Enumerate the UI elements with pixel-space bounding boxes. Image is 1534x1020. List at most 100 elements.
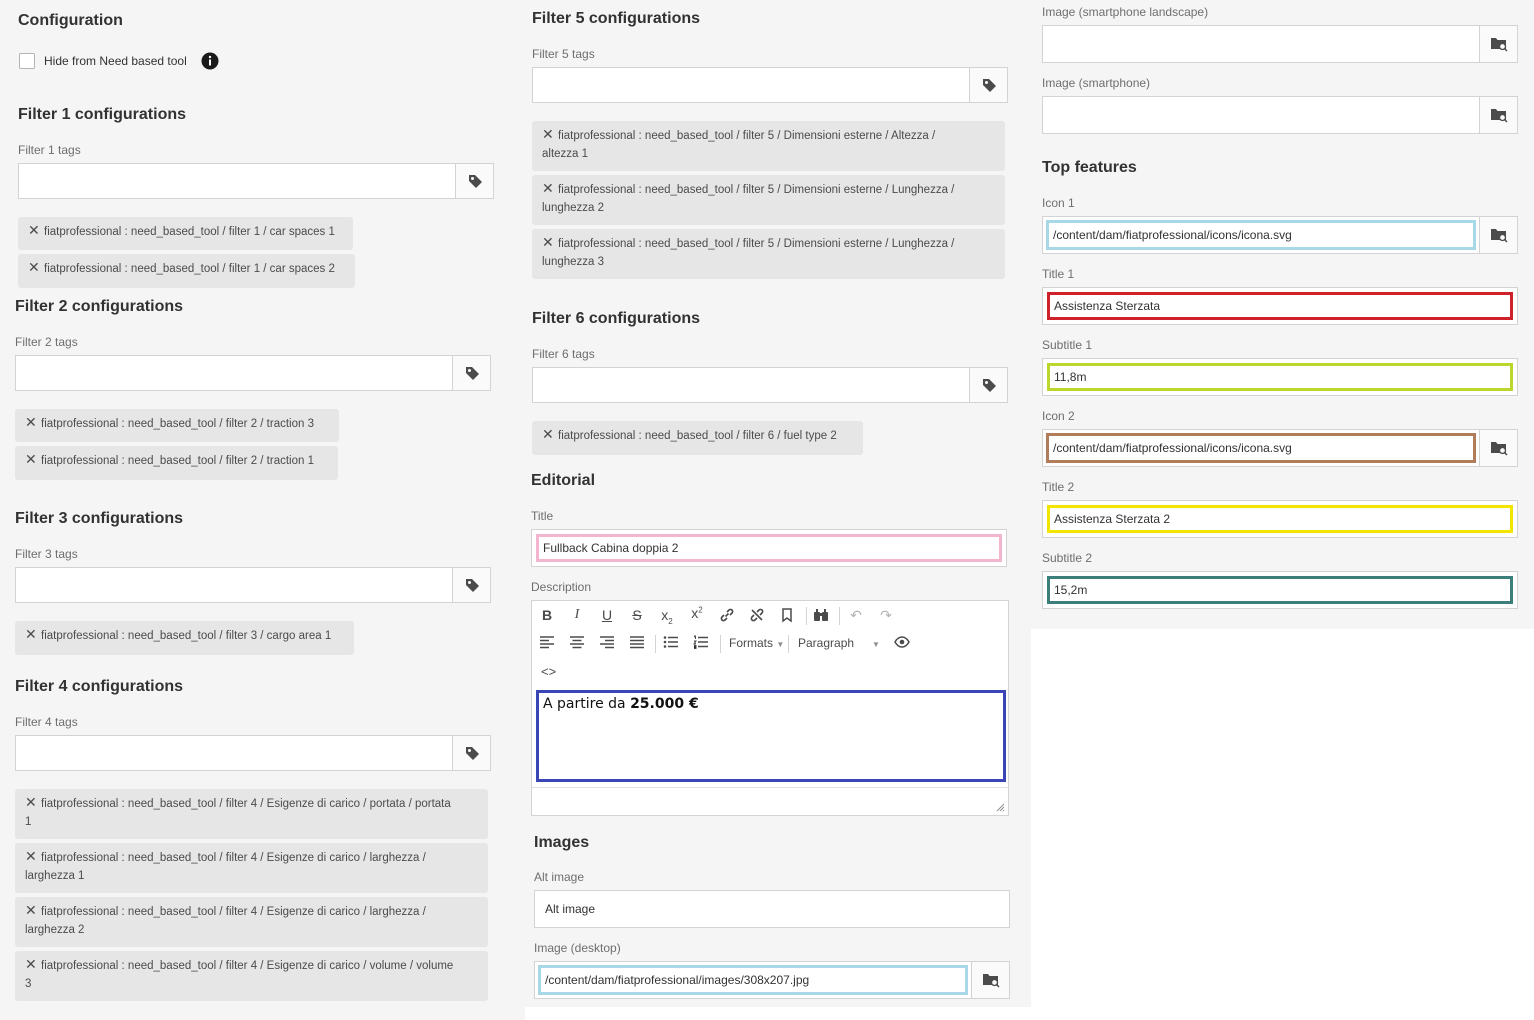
info-icon[interactable] [201,52,219,70]
find-replace-icon[interactable] [813,607,835,623]
filter6-heading: Filter 6 configurations [532,310,701,327]
subscript-icon[interactable]: x2 [656,607,678,626]
image-desktop-input[interactable]: /content/dam/fiatprofessional/images/308… [538,965,968,995]
filter3-tag: ✕ fiatprofessional : need_based_tool / fi… [15,621,354,655]
images-heading: Images [534,834,590,851]
numbered-list-icon[interactable] [693,635,715,649]
align-center-icon[interactable] [569,635,591,649]
image-desktop-browse-button[interactable] [971,962,1009,998]
icon1-input[interactable]: /content/dam/fiatprofessional/icons/icon… [1046,220,1476,250]
title-input[interactable]: Fullback Cabina doppia 2 [536,534,1002,562]
filter4-tag-picker-button[interactable] [452,736,490,770]
remove-tag-icon[interactable]: ✕ [25,793,37,811]
title1-field: Assistenza Sterzata [1042,287,1518,325]
subtitle1-input[interactable]: 11,8m [1047,363,1513,391]
unlink-icon[interactable] [749,607,771,623]
remove-tag-icon[interactable]: ✕ [542,125,554,143]
remove-tag-icon[interactable]: ✕ [542,179,554,197]
filter3-tags-input[interactable] [16,568,452,602]
strikethrough-icon[interactable]: S [626,607,648,623]
remove-tag-icon[interactable]: ✕ [25,450,37,468]
icon2-field: /content/dam/fiatprofessional/icons/icon… [1042,429,1518,467]
folder-search-icon [1490,107,1508,123]
filter4-tags-input[interactable] [16,736,452,770]
filter6-label: Filter 6 tags [532,347,595,361]
filter5-label: Filter 5 tags [532,47,595,61]
icon2-input[interactable]: /content/dam/fiatprofessional/icons/icon… [1046,433,1476,463]
description-editor[interactable]: A partire da 25.000 € [536,690,1006,782]
italic-icon[interactable]: I [566,607,588,623]
source-code-button[interactable]: <> [541,664,556,679]
filter3-tags-field [15,567,491,603]
title1-input[interactable]: Assistenza Sterzata [1047,292,1513,320]
remove-tag-icon[interactable]: ✕ [25,901,37,919]
link-icon[interactable] [719,607,741,623]
preview-eye-icon[interactable] [894,635,916,649]
remove-tag-icon[interactable]: ✕ [25,955,37,973]
anchor-icon[interactable] [780,607,802,623]
filter3-label: Filter 3 tags [15,547,78,561]
title2-input[interactable]: Assistenza Sterzata 2 [1047,505,1513,533]
subtitle2-input[interactable]: 15,2m [1047,576,1513,604]
alt-image-input[interactable]: Alt image [545,891,595,927]
icon2-browse-button[interactable] [1479,430,1517,466]
filter4-tag: ✕ fiatprofessional : need_based_tool / fi… [15,789,488,839]
image-landscape-browse-button[interactable] [1479,26,1517,62]
align-right-icon[interactable] [599,635,621,649]
remove-tag-icon[interactable]: ✕ [28,221,40,239]
filter2-tags-input[interactable] [16,356,452,390]
remove-tag-icon[interactable]: ✕ [28,258,40,276]
bold-icon[interactable]: B [536,607,558,623]
toolbar-divider [720,635,721,653]
subtitle2-label: Subtitle 2 [1042,551,1093,565]
image-smartphone-browse-button[interactable] [1479,97,1517,133]
bulleted-list-icon[interactable] [663,635,685,649]
filter1-tags-input[interactable] [19,164,455,198]
superscript-icon[interactable]: x2 [686,605,708,621]
redo-icon[interactable]: ↷ [875,607,897,624]
remove-tag-icon[interactable]: ✕ [25,413,37,431]
remove-tag-icon[interactable]: ✕ [25,625,37,643]
image-landscape-label: Image (smartphone landscape) [1042,5,1209,19]
filter5-tags-input[interactable] [533,68,969,102]
filter5-tag-picker-button[interactable] [969,68,1007,102]
filter4-tag: ✕ fiatprofessional : need_based_tool / fi… [15,843,488,893]
icon1-browse-button[interactable] [1479,217,1517,253]
filter5-tags-field [532,67,1008,103]
image-landscape-input[interactable] [1043,26,1479,62]
formats-dropdown[interactable]: Formats ▼ [729,636,784,650]
remove-tag-icon[interactable]: ✕ [542,425,554,443]
hide-checkbox-label: Hide from Need based tool [44,54,187,68]
tag-icon [981,377,997,393]
resize-handle-icon[interactable] [996,803,1005,812]
filter3-tag-picker-button[interactable] [452,568,490,602]
filter6-tag: ✕ fiatprofessional : need_based_tool / fi… [532,421,863,455]
hide-checkbox[interactable] [19,53,35,69]
filter1-tag-picker-button[interactable] [455,164,493,198]
image-smartphone-input[interactable] [1043,97,1479,133]
filter6-tags-input[interactable] [533,368,969,402]
editor-footer-divider [532,787,1008,788]
subtitle1-label: Subtitle 1 [1042,338,1093,352]
filter2-tag-picker-button[interactable] [452,356,490,390]
image-desktop-field: /content/dam/fiatprofessional/images/308… [534,961,1010,999]
title-label: Title [531,509,554,523]
filter4-label: Filter 4 tags [15,715,78,729]
icon1-input-area: /content/dam/fiatprofessional/icons/icon… [1043,217,1479,253]
icon2-label: Icon 2 [1042,409,1075,423]
title2-field: Assistenza Sterzata 2 [1042,500,1518,538]
folder-search-icon [982,972,1000,988]
rich-text-editor: B I U S x2 x2 ↶ ↷ Formats ▼ Paragraph ▼ <… [531,600,1009,816]
editorial-heading: Editorial [531,472,596,489]
filter1-label: Filter 1 tags [18,143,81,157]
remove-tag-icon[interactable]: ✕ [542,233,554,251]
remove-tag-icon[interactable]: ✕ [25,847,37,865]
underline-icon[interactable]: U [596,607,618,623]
paragraph-dropdown[interactable]: Paragraph ▼ [798,636,880,650]
filter6-tag-picker-button[interactable] [969,368,1007,402]
filter5-heading: Filter 5 configurations [532,10,701,27]
align-left-icon[interactable] [539,635,561,649]
undo-icon[interactable]: ↶ [845,607,867,624]
justify-icon[interactable] [629,635,651,649]
chevron-down-icon: ▼ [872,640,880,649]
